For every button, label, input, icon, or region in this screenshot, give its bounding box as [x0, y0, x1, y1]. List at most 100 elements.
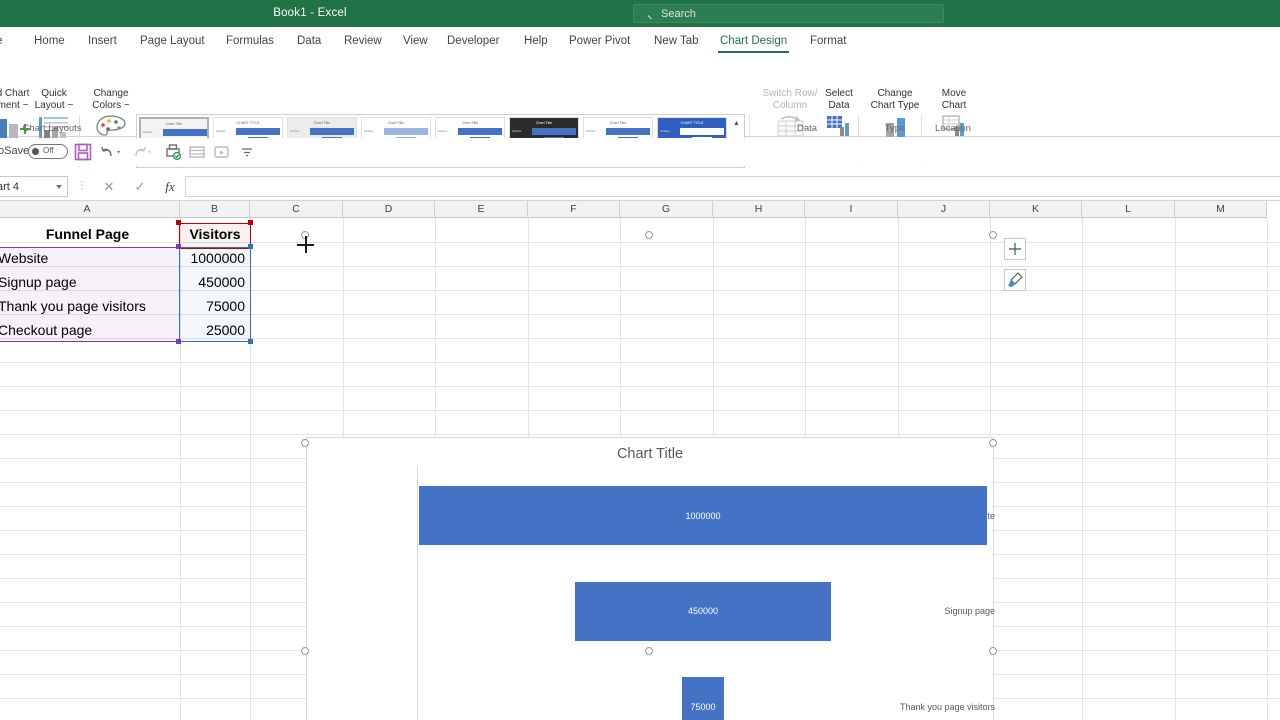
chart-style-7-bar — [606, 128, 650, 135]
autosave-toggle[interactable]: Off — [28, 144, 68, 159]
customize-qat-icon[interactable] — [238, 143, 256, 161]
cell-b5[interactable]: 25000 — [181, 319, 249, 342]
cell-b3[interactable]: 450000 — [181, 271, 249, 294]
ribbon-tab-new-tab[interactable]: New Tab — [652, 27, 701, 55]
quick-access-toolbar: oSave Off — [0, 138, 1280, 166]
chart-resize-handle[interactable] — [989, 231, 997, 239]
cancel-icon[interactable]: ✕ — [95, 176, 123, 197]
chart-style-6-bar — [532, 128, 576, 135]
change-chart-type-label-line2: Chart Type — [870, 99, 920, 111]
change-colors-label-line1: Change — [93, 88, 129, 99]
change-colors-label-line2: Colors ~ — [92, 99, 130, 111]
print-preview-icon[interactable] — [164, 143, 182, 161]
autosave-knob — [32, 148, 39, 155]
quick-layout-label-line1: Quick — [41, 88, 67, 99]
grid-row-line — [0, 410, 1280, 411]
change-colors-button[interactable]: Change Colors ~ — [84, 88, 138, 111]
confirm-icon[interactable]: ✓ — [126, 176, 154, 197]
start-slideshow-icon[interactable] — [213, 143, 231, 161]
ribbon-tab-home[interactable]: Home — [32, 27, 67, 55]
cell-b1[interactable]: Visitors — [181, 223, 249, 246]
chart-style-7-title: Chart Title — [609, 121, 627, 125]
column-header-g[interactable]: G — [620, 201, 713, 218]
funnel-data-label: 75000 — [690, 701, 716, 712]
grid-row-line — [0, 362, 1280, 363]
quick-layout-button[interactable]: Quick Layout ~ — [28, 88, 80, 111]
chart-object[interactable]: Chart Title Website1000000Signup page450… — [306, 437, 995, 720]
chart-style-5-bar — [458, 128, 502, 135]
cell-a4[interactable]: Thank you page visitors — [0, 295, 179, 318]
column-header-c[interactable]: C — [250, 201, 343, 218]
column-header-f[interactable]: F — [528, 201, 620, 218]
redo-icon — [135, 146, 151, 157]
ribbon-group-label-type: Type — [884, 123, 906, 134]
column-header-e[interactable]: E — [435, 201, 528, 218]
formula-bar-grip[interactable]: ⋮ — [77, 180, 87, 191]
ribbon-group-label-chart-layouts: Chart Layouts — [22, 123, 82, 134]
chart-style-6-cat-label: Website — [512, 129, 522, 133]
search-input[interactable]: Search — [633, 4, 944, 23]
chart-style-7-cat-label: Website — [586, 129, 596, 133]
chart-style-8-title: CHART TITLE — [680, 121, 704, 125]
ribbon-tab-insert[interactable]: Insert — [86, 27, 119, 55]
column-header-l[interactable]: L — [1082, 201, 1175, 218]
column-header-h[interactable]: H — [713, 201, 805, 218]
chart-resize-handle[interactable] — [301, 647, 309, 655]
column-header-k[interactable]: K — [990, 201, 1082, 218]
chart-style-8-cat-label: Website — [660, 129, 670, 133]
ribbon-tab-page-layout[interactable]: Page Layout — [138, 27, 207, 55]
column-header-j[interactable]: J — [898, 201, 990, 218]
formula-bar-row: art 4 ⋮ ✕ ✓ fx — [0, 172, 1280, 201]
ribbon-tab-view[interactable]: View — [401, 27, 430, 55]
ribbon-tab-formulas[interactable]: Formulas — [224, 27, 276, 55]
chart-style-1-title: Chart Title — [165, 122, 183, 126]
chart-resize-handle[interactable] — [989, 647, 997, 655]
chart-styles-button[interactable] — [1004, 269, 1026, 291]
cell-a3[interactable]: Signup page — [0, 271, 179, 294]
ribbon-tab-format[interactable]: Format — [808, 27, 848, 55]
chart-plot-area[interactable]: Website1000000Signup page450000Thank you… — [307, 438, 995, 720]
chart-resize-handle[interactable] — [645, 231, 653, 239]
column-header-a[interactable]: A — [0, 201, 180, 218]
cell-b2[interactable]: 1000000 — [181, 247, 249, 270]
cell-a5[interactable]: Checkout page — [0, 319, 179, 342]
column-header-i[interactable]: I — [805, 201, 898, 218]
ribbon-tab-e[interactable]: e — [0, 27, 4, 55]
undo-icon[interactable] — [100, 143, 124, 161]
funnel-bar[interactable] — [681, 677, 725, 720]
save-icon[interactable] — [74, 143, 92, 161]
chart-resize-handle[interactable] — [645, 647, 653, 655]
chart-style-2-title: CHART TITLE — [236, 121, 260, 125]
ribbon-tab-help[interactable]: Help — [522, 27, 550, 55]
ribbon: d Chartment ~QuickLayout ~ChangeColors ~… — [0, 55, 1280, 168]
move-chart-button[interactable]: Move Chart — [932, 88, 976, 111]
switch-row-column-button: Switch Row/Column — [756, 88, 824, 111]
column-header-b[interactable]: B — [180, 201, 250, 218]
ribbon-tab-strip: e Home Insert Page Layout Formulas Data Review… — [0, 27, 1280, 55]
chart-resize-handle[interactable] — [989, 439, 997, 447]
ribbon-tab-developer[interactable]: Developer — [445, 27, 501, 55]
cell-b4[interactable]: 75000 — [181, 295, 249, 318]
ribbon-tab-power-pivot[interactable]: Power Pivot — [567, 27, 632, 55]
name-box[interactable]: art 4 — [0, 176, 68, 197]
cell-a1[interactable]: Funnel Page — [0, 223, 179, 246]
column-header-m[interactable]: M — [1175, 201, 1267, 218]
ribbon-tab-data[interactable]: Data — [295, 27, 323, 55]
chart-resize-handle[interactable] — [301, 439, 309, 447]
move-chart-label-line2: Chart — [941, 99, 967, 111]
column-header-d[interactable]: D — [343, 201, 435, 218]
formula-input[interactable] — [185, 176, 1280, 197]
freeze-panes-icon[interactable] — [188, 143, 206, 161]
ribbon-tab-chart-design[interactable]: Chart Design — [718, 27, 790, 55]
chart-elements-button[interactable] — [1004, 238, 1026, 260]
name-box-value: art 4 — [0, 181, 20, 193]
ribbon-tab-review[interactable]: Review — [342, 27, 384, 55]
cell-a2[interactable]: Website — [0, 247, 179, 270]
scroll-up-button[interactable]: ▲ — [730, 115, 743, 132]
insert-function-icon[interactable]: fx — [156, 176, 184, 197]
select-data-button[interactable]: Select Data — [818, 88, 860, 111]
grid-column-line — [1175, 218, 1176, 720]
worksheet-grid[interactable]: MLKJIHGFEDCBA Funnel Page Visitors Website… — [0, 201, 1280, 720]
change-chart-type-button[interactable]: Change Chart Type — [862, 88, 928, 111]
grid-row-line — [0, 434, 1280, 435]
